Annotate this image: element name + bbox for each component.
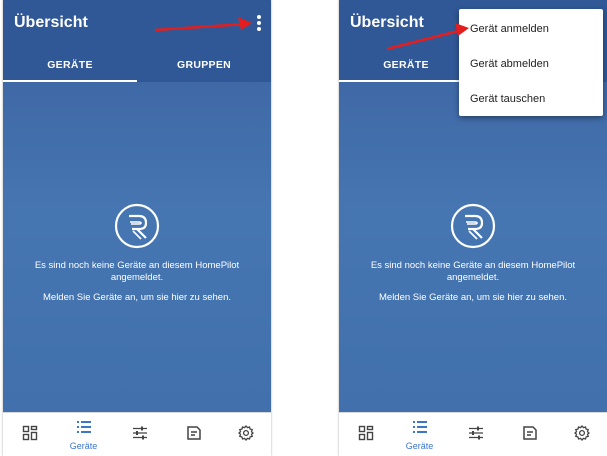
annotation-arrows	[154, 17, 469, 51]
arrow-to-menu-button	[154, 22, 246, 32]
arrow-head	[455, 23, 469, 36]
arrow-head	[238, 17, 252, 30]
arrow-to-geraet-anmelden	[386, 28, 463, 51]
